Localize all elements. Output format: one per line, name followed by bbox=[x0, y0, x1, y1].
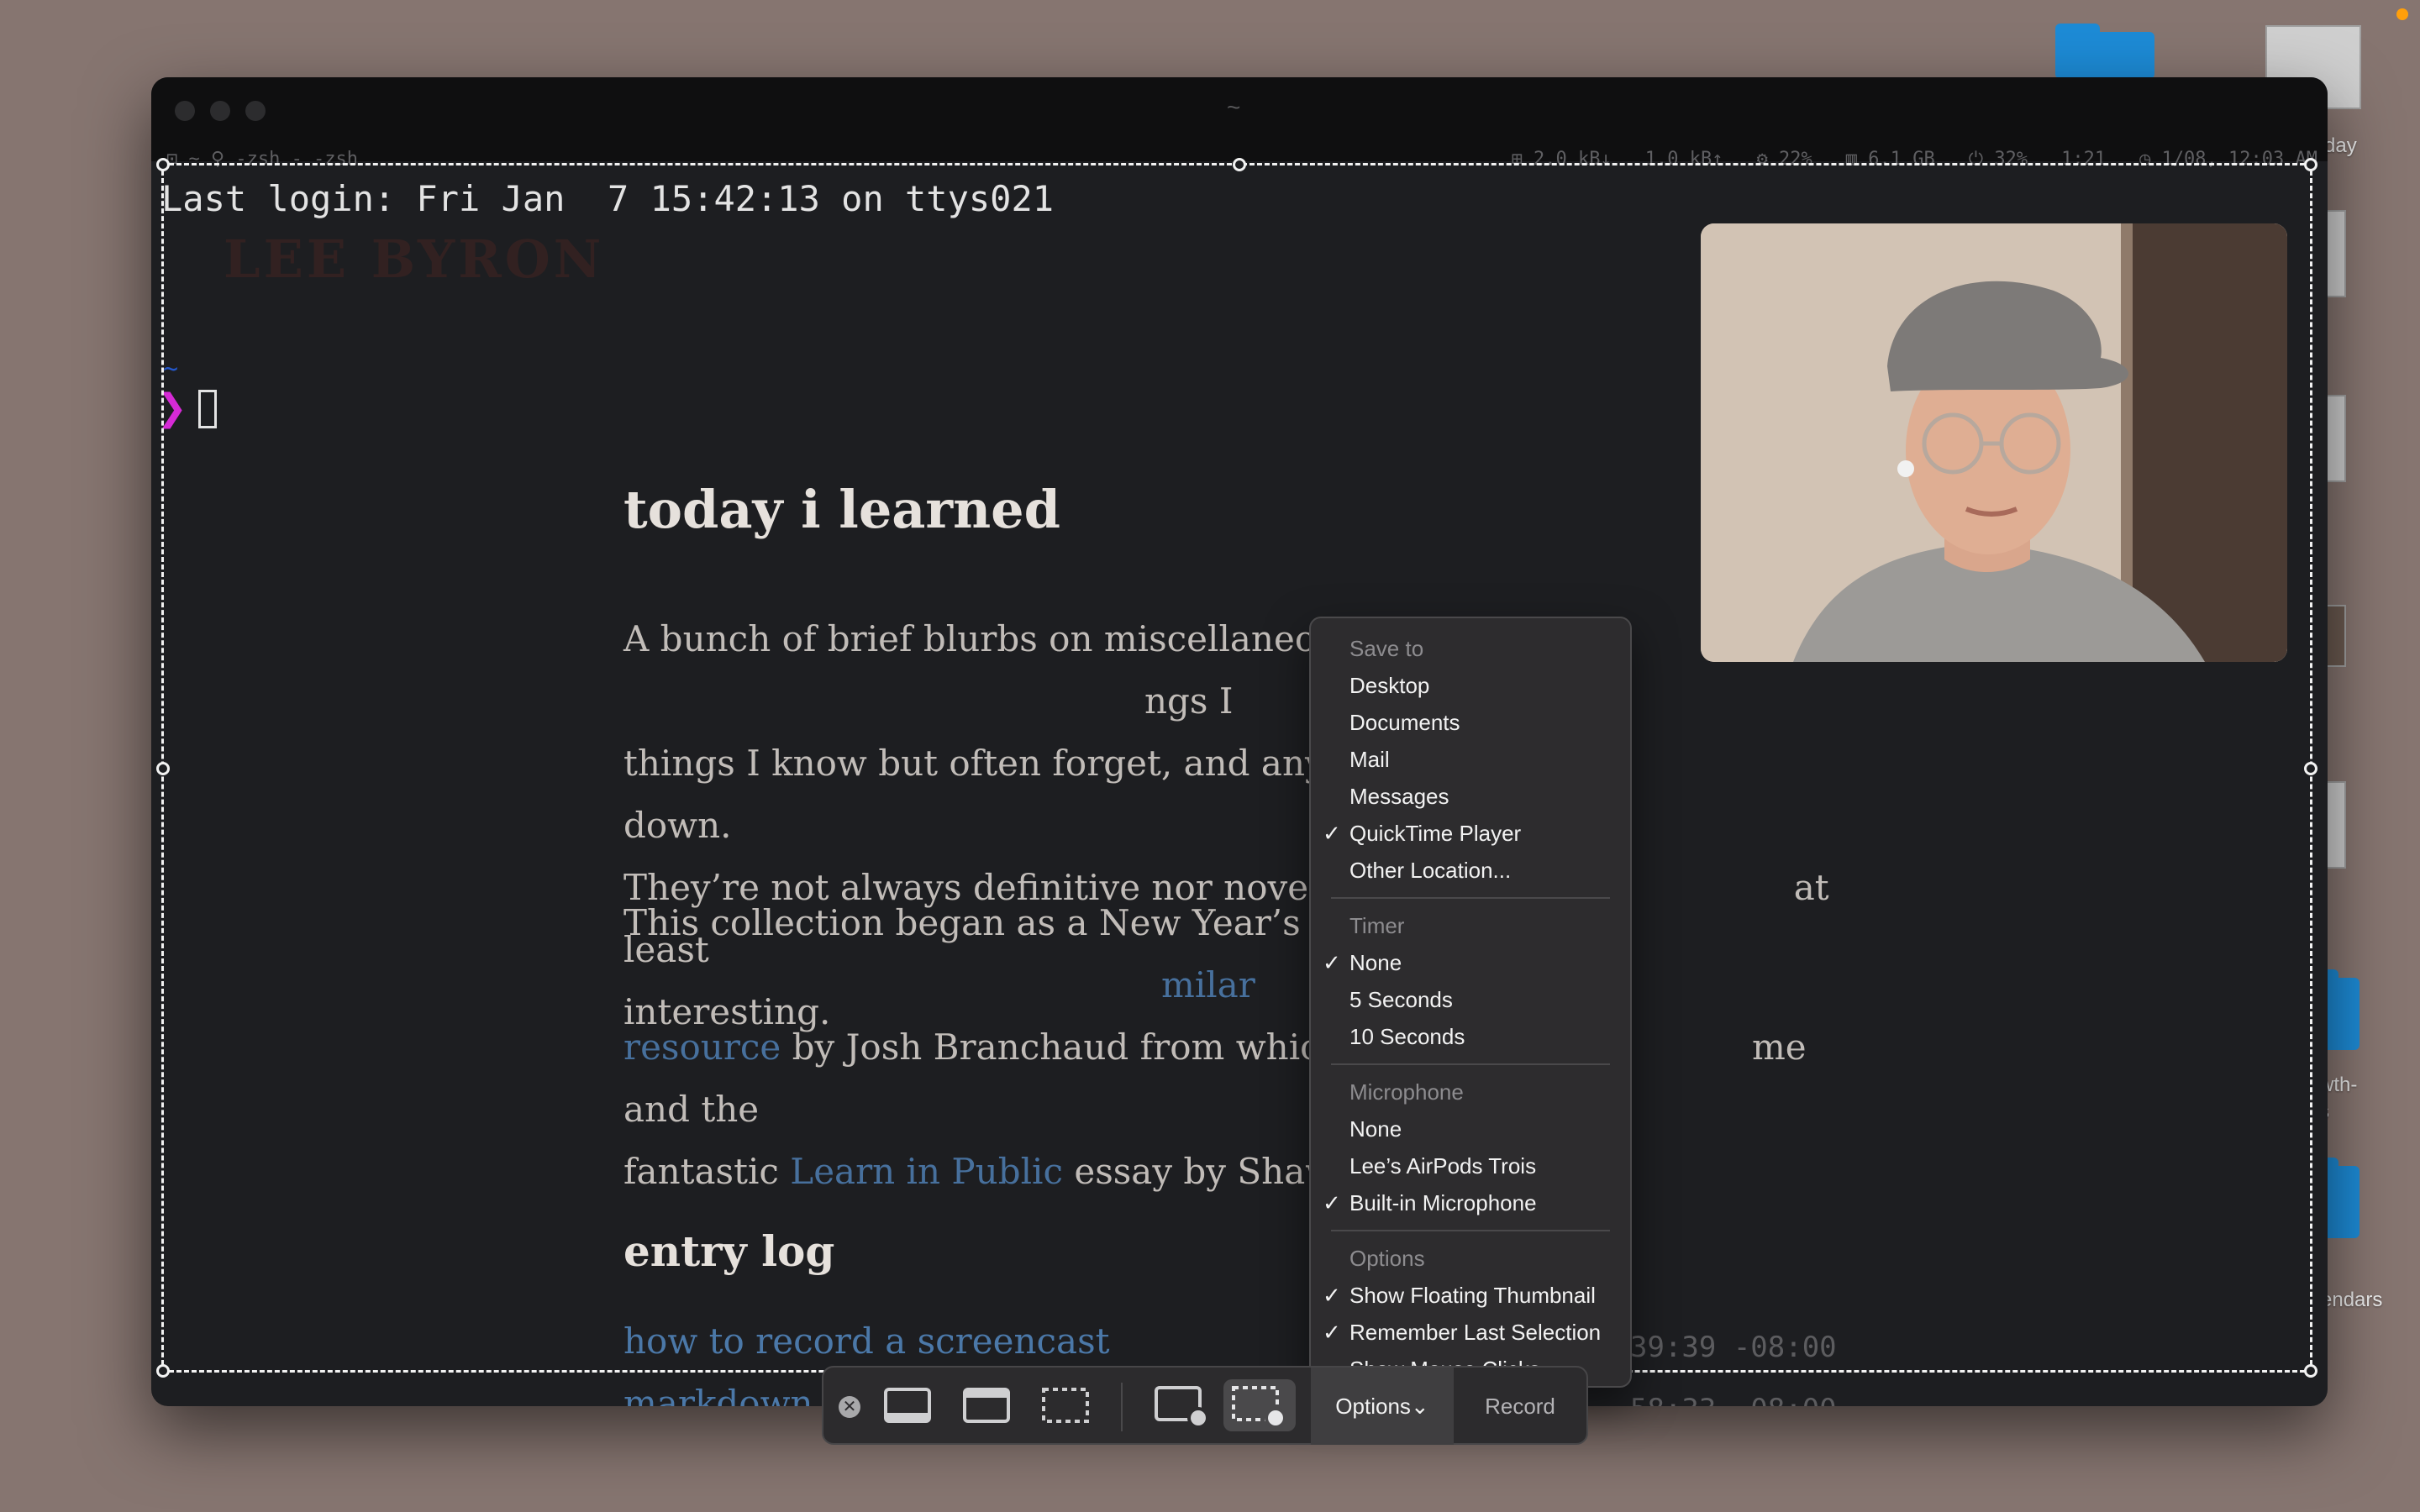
capture-selection[interactable] bbox=[156, 158, 2317, 1378]
menu-item-messages[interactable]: Messages bbox=[1311, 778, 1630, 815]
record-selection-button[interactable] bbox=[1223, 1379, 1296, 1431]
menu-item-remember-last-selection[interactable]: ✓ Remember Last Selection bbox=[1311, 1314, 1630, 1351]
entire-screen-icon bbox=[884, 1388, 931, 1423]
desktop-label: endars bbox=[2321, 1289, 2383, 1311]
options-button[interactable]: Options⌄ bbox=[1311, 1368, 1454, 1445]
record-selection-icon bbox=[1232, 1386, 1286, 1429]
menu-item-other-location[interactable]: Other Location... bbox=[1311, 852, 1630, 889]
menu-separator bbox=[1331, 1230, 1610, 1231]
menu-item-built-in-microphone[interactable]: ✓ Built-in Microphone bbox=[1311, 1184, 1630, 1221]
options-menu[interactable]: Save to Desktop Documents Mail Messages … bbox=[1309, 617, 1632, 1388]
selection-handle-top-right[interactable] bbox=[2304, 158, 2317, 171]
desktop-label: day bbox=[2324, 134, 2357, 157]
selection-handle-top[interactable] bbox=[1233, 158, 1246, 171]
menu-item-airpods[interactable]: Lee’s AirPods Trois bbox=[1311, 1147, 1630, 1184]
selection-icon bbox=[1042, 1388, 1089, 1423]
menu-header-timer: Timer bbox=[1349, 913, 1405, 938]
menu-item-show-floating-thumbnail[interactable]: ✓ Show Floating Thumbnail bbox=[1311, 1277, 1630, 1314]
window-icon bbox=[963, 1388, 1010, 1423]
zoom-window-button[interactable] bbox=[245, 101, 266, 121]
menu-header-options: Options bbox=[1349, 1246, 1425, 1271]
minimize-window-button[interactable] bbox=[210, 101, 230, 121]
close-window-button[interactable] bbox=[175, 101, 195, 121]
menu-separator bbox=[1331, 897, 1610, 899]
record-entire-screen-button[interactable] bbox=[1146, 1379, 1218, 1431]
capture-window-button[interactable] bbox=[955, 1379, 1018, 1431]
menu-item-mail[interactable]: Mail bbox=[1311, 741, 1630, 778]
menu-item-timer-10-seconds[interactable]: 10 Seconds bbox=[1311, 1018, 1630, 1055]
selection-handle-bottom-left[interactable] bbox=[156, 1364, 170, 1378]
record-screen-icon bbox=[1155, 1386, 1209, 1429]
recording-indicator bbox=[2396, 8, 2408, 20]
desktop-folder-icon[interactable] bbox=[2055, 24, 2154, 79]
selection-handle-bottom-right[interactable] bbox=[2304, 1364, 2317, 1378]
window-title: ~ bbox=[1227, 94, 1241, 120]
menu-item-timer-5-seconds[interactable]: 5 Seconds bbox=[1311, 981, 1630, 1018]
menu-item-timer-none[interactable]: ✓ None bbox=[1311, 944, 1630, 981]
checkmark-icon: ✓ bbox=[1323, 821, 1341, 846]
checkmark-icon: ✓ bbox=[1323, 1283, 1341, 1308]
selection-handle-top-left[interactable] bbox=[156, 158, 170, 171]
menu-header-microphone: Microphone bbox=[1349, 1079, 1464, 1105]
selection-handle-left[interactable] bbox=[156, 762, 170, 775]
checkmark-icon: ✓ bbox=[1323, 1320, 1341, 1345]
capture-selection-button[interactable] bbox=[1034, 1379, 1097, 1431]
checkmark-icon: ✓ bbox=[1323, 950, 1341, 975]
selection-handle-right[interactable] bbox=[2304, 762, 2317, 775]
menu-item-microphone-none[interactable]: None bbox=[1311, 1110, 1630, 1147]
entry-time: 58:33 -08:00 bbox=[1630, 1393, 1837, 1406]
menu-separator bbox=[1331, 1063, 1610, 1065]
capture-entire-screen-button[interactable] bbox=[876, 1379, 939, 1431]
screenshot-toolbar[interactable]: ✕ Options⌄ Record bbox=[822, 1366, 1588, 1445]
menu-item-desktop[interactable]: Desktop bbox=[1311, 667, 1630, 704]
close-toolbar-icon[interactable]: ✕ bbox=[839, 1396, 860, 1418]
toolbar-divider bbox=[1121, 1383, 1123, 1431]
checkmark-icon: ✓ bbox=[1323, 1190, 1341, 1215]
menu-item-quicktime-player[interactable]: ✓ QuickTime Player bbox=[1311, 815, 1630, 852]
menu-header-save-to: Save to bbox=[1349, 636, 1424, 661]
menu-item-documents[interactable]: Documents bbox=[1311, 704, 1630, 741]
record-button[interactable]: Record bbox=[1455, 1368, 1585, 1445]
